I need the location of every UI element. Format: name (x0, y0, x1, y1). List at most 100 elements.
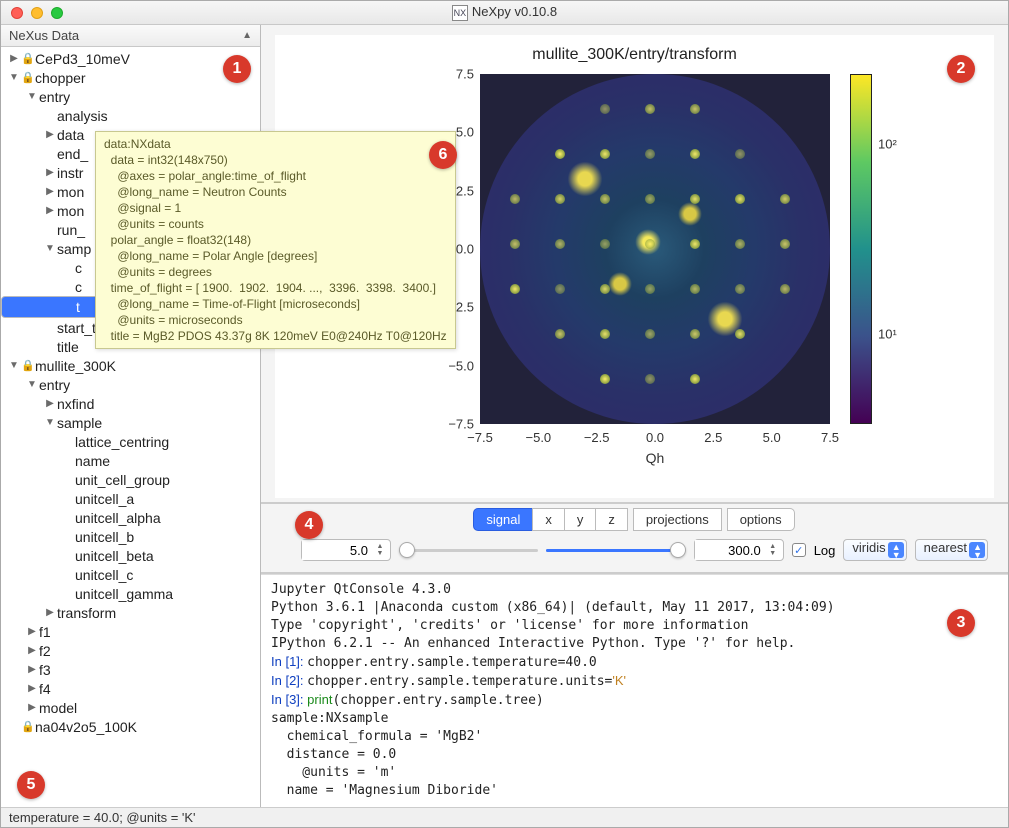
tree-item[interactable]: ▶transform (1, 603, 260, 622)
window-title: NXNeXpy v0.10.8 (1, 4, 1008, 21)
tree-item-label: na04v2o5_100K (35, 719, 137, 735)
tree-item-label: f3 (39, 662, 51, 678)
disclosure-icon[interactable]: ▶ (25, 645, 39, 656)
tree-item-label: samp (57, 241, 91, 257)
disclosure-icon[interactable]: ▶ (43, 398, 57, 409)
tree-item[interactable]: lattice_centring (1, 432, 260, 451)
tab-z[interactable]: z (595, 508, 628, 531)
disclosure-icon[interactable]: ▶ (43, 129, 57, 140)
tree-item[interactable]: ▶nxfind (1, 394, 260, 413)
tree-item[interactable]: ▼entry (1, 87, 260, 106)
tree-item-label: f1 (39, 624, 51, 640)
stepper-icon[interactable]: ▲▼ (372, 540, 388, 560)
tree-item[interactable]: unitcell_c (1, 565, 260, 584)
tree-tooltip: data:NXdata data = int32(148x750) @axes … (95, 131, 456, 349)
tree-item[interactable]: ▶model (1, 698, 260, 717)
tree-item[interactable]: ▶f3 (1, 660, 260, 679)
tree-item-label: run_ (57, 222, 85, 238)
tree-item[interactable]: ▼🔒mullite_300K (1, 356, 260, 375)
tree-item[interactable]: ▼🔒chopper (1, 68, 260, 87)
minimize-icon[interactable] (31, 7, 43, 19)
lock-icon: 🔒 (21, 52, 35, 65)
disclosure-icon[interactable]: ▶ (25, 683, 39, 694)
log-label: Log (814, 543, 836, 558)
tree-item-label: unitcell_c (75, 567, 133, 583)
disclosure-icon[interactable]: ▶ (7, 53, 21, 64)
tree-item-label: entry (39, 377, 70, 393)
disclosure-icon[interactable]: ▶ (43, 205, 57, 216)
tree-item[interactable]: ▼entry (1, 375, 260, 394)
tab-projections[interactable]: projections (633, 508, 722, 531)
sidebar-header[interactable]: NeXus Data ▲ (1, 25, 260, 47)
lock-icon: 🔒 (21, 359, 35, 372)
tree-item-label: mullite_300K (35, 358, 116, 374)
vmax-slider[interactable] (546, 539, 685, 561)
tree-item[interactable]: unit_cell_group (1, 470, 260, 489)
heatmap[interactable] (480, 74, 830, 424)
log-checkbox[interactable]: ✓ (792, 543, 806, 557)
disclosure-icon[interactable]: ▶ (43, 167, 57, 178)
disclosure-icon[interactable]: ▶ (43, 607, 57, 618)
tree-item[interactable]: unitcell_a (1, 489, 260, 508)
tree-item[interactable]: unitcell_gamma (1, 584, 260, 603)
tree-item-label: unit_cell_group (75, 472, 170, 488)
status-bar: temperature = 40.0; @units = 'K' (1, 807, 1008, 827)
tree-item[interactable]: name (1, 451, 260, 470)
tree-item-label: CePd3_10meV (35, 51, 130, 67)
vmin-input[interactable]: ▲▼ (301, 539, 391, 561)
x-axis-label: Qh (646, 450, 665, 466)
vmax-input[interactable]: ▲▼ (694, 539, 784, 561)
plot-title: mullite_300K/entry/transform (276, 36, 993, 64)
close-icon[interactable] (11, 7, 23, 19)
disclosure-icon[interactable]: ▶ (25, 702, 39, 713)
tree-item-label: instr (57, 165, 83, 181)
disclosure-icon[interactable]: ▼ (43, 243, 57, 254)
lock-icon: 🔒 (21, 720, 35, 733)
callout-6: 6 (429, 141, 457, 169)
tab-y[interactable]: y (564, 508, 597, 531)
tree-item[interactable]: ▶f1 (1, 622, 260, 641)
disclosure-icon[interactable]: ▶ (25, 626, 39, 637)
colorbar-tick: 10² (878, 137, 897, 152)
plot-tabs: signalxyzprojectionsoptions (261, 504, 1008, 534)
zoom-icon[interactable] (51, 7, 63, 19)
tab-x[interactable]: x (532, 508, 565, 531)
tree-item-label: lattice_centring (75, 434, 169, 450)
interp-select[interactable]: nearest▲▼ (915, 539, 988, 561)
disclosure-icon[interactable]: ▼ (7, 360, 21, 371)
tree-item-label: model (39, 700, 77, 716)
colorbar[interactable] (850, 74, 872, 424)
colormap-select[interactable]: viridis▲▼ (843, 539, 906, 561)
tree-item-label: nxfind (57, 396, 94, 412)
tree-item[interactable]: unitcell_beta (1, 546, 260, 565)
disclosure-icon[interactable]: ▶ (43, 186, 57, 197)
tab-options[interactable]: options (727, 508, 795, 531)
stepper-icon[interactable]: ▲▼ (765, 540, 781, 560)
tree-item-label: sample (57, 415, 102, 431)
disclosure-icon[interactable]: ▼ (7, 72, 21, 83)
tree-item[interactable]: analysis (1, 106, 260, 125)
tree-item-label: entry (39, 89, 70, 105)
tree-item[interactable]: ▶f2 (1, 641, 260, 660)
colorbar-tick: 10¹ (878, 327, 897, 342)
tree-item-label: unitcell_gamma (75, 586, 173, 602)
disclosure-icon[interactable]: ▶ (25, 664, 39, 675)
tree-item[interactable]: ▼sample (1, 413, 260, 432)
tree-item-label: transform (57, 605, 116, 621)
tree-item-label: c (75, 260, 82, 276)
disclosure-icon[interactable]: ▼ (43, 417, 57, 428)
disclosure-icon[interactable]: ▼ (25, 91, 39, 102)
disclosure-icon[interactable]: ▼ (25, 379, 39, 390)
tree-item-label: mon (57, 203, 84, 219)
tab-signal[interactable]: signal (473, 508, 533, 531)
ipython-console[interactable]: Jupyter QtConsole 4.3.0 Python 3.6.1 |An… (261, 574, 1008, 807)
tree-item[interactable]: ▶f4 (1, 679, 260, 698)
tree-item-label: unitcell_alpha (75, 510, 161, 526)
tree-item[interactable]: unitcell_alpha (1, 508, 260, 527)
vmin-slider[interactable] (399, 539, 538, 561)
tree-item[interactable]: ▶🔒CePd3_10meV (1, 49, 260, 68)
tree-item-label: unitcell_beta (75, 548, 154, 564)
tree-item[interactable]: 🔒na04v2o5_100K (1, 717, 260, 736)
tree-item[interactable]: unitcell_b (1, 527, 260, 546)
chevron-up-icon[interactable]: ▲ (242, 30, 252, 41)
